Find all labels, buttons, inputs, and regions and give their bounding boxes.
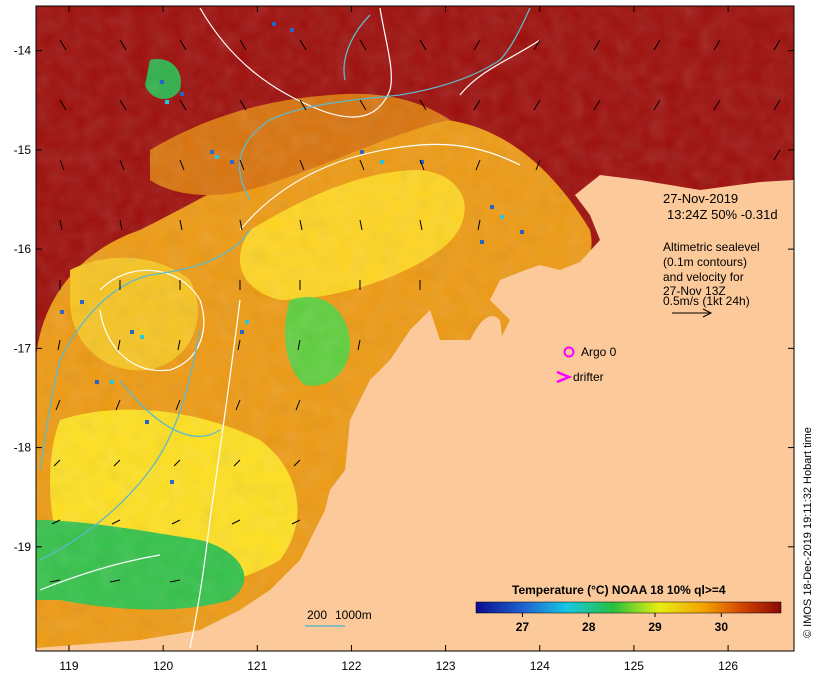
annotation-note-2: (0.1m contours) (663, 255, 747, 269)
colorbar (475, 601, 782, 614)
credit-text: © IMOS 18-Dec-2019 19:11:32 Hobart time (802, 427, 814, 638)
colorbar-tick-label: 30 (715, 620, 729, 634)
drifter-label: drifter (573, 370, 604, 384)
lon-tick-label: 123 (436, 659, 456, 673)
lat-tick-label: -14 (14, 44, 32, 58)
sst-map: 119 120 121 122 123 124 125 126 -14 -15 -16 -17 -18… (14, 5, 814, 673)
depth-1000-label: 1000m (335, 608, 372, 622)
annotation-note-3: and velocity for (663, 270, 744, 284)
lat-tick-label: -15 (14, 143, 32, 157)
lon-tick-label: 126 (718, 659, 738, 673)
lon-tick-label: 120 (153, 659, 173, 673)
lon-tick-label: 124 (530, 659, 550, 673)
lat-tick-label: -19 (14, 540, 32, 554)
lat-tick-label: -17 (14, 341, 32, 355)
lon-tick-label: 119 (59, 659, 78, 673)
colorbar-title: Temperature (°C) NOAA 18 10% ql>=4 (512, 583, 726, 597)
plot-area (36, 6, 794, 651)
lon-tick-label: 121 (247, 659, 267, 673)
lat-tick-label: -16 (14, 242, 32, 256)
colorbar-tick-label: 29 (648, 620, 662, 634)
argo-label: Argo 0 (581, 345, 617, 359)
lat-tick-label: -18 (14, 441, 32, 455)
annotation-date: 27-Nov-2019 (663, 191, 738, 206)
annotation-note-1: Altimetric sealevel (663, 240, 760, 254)
lon-tick-label: 122 (341, 659, 361, 673)
colorbar-tick-label: 27 (516, 620, 530, 634)
annotation-note-5: 0.5m/s (1kt 24h) (663, 294, 750, 308)
colorbar-tick-label: 28 (582, 620, 596, 634)
depth-200-label: 200 (307, 608, 327, 622)
lon-tick-label: 125 (624, 659, 644, 673)
annotation-time: 13:24Z 50% -0.31d (667, 207, 778, 222)
